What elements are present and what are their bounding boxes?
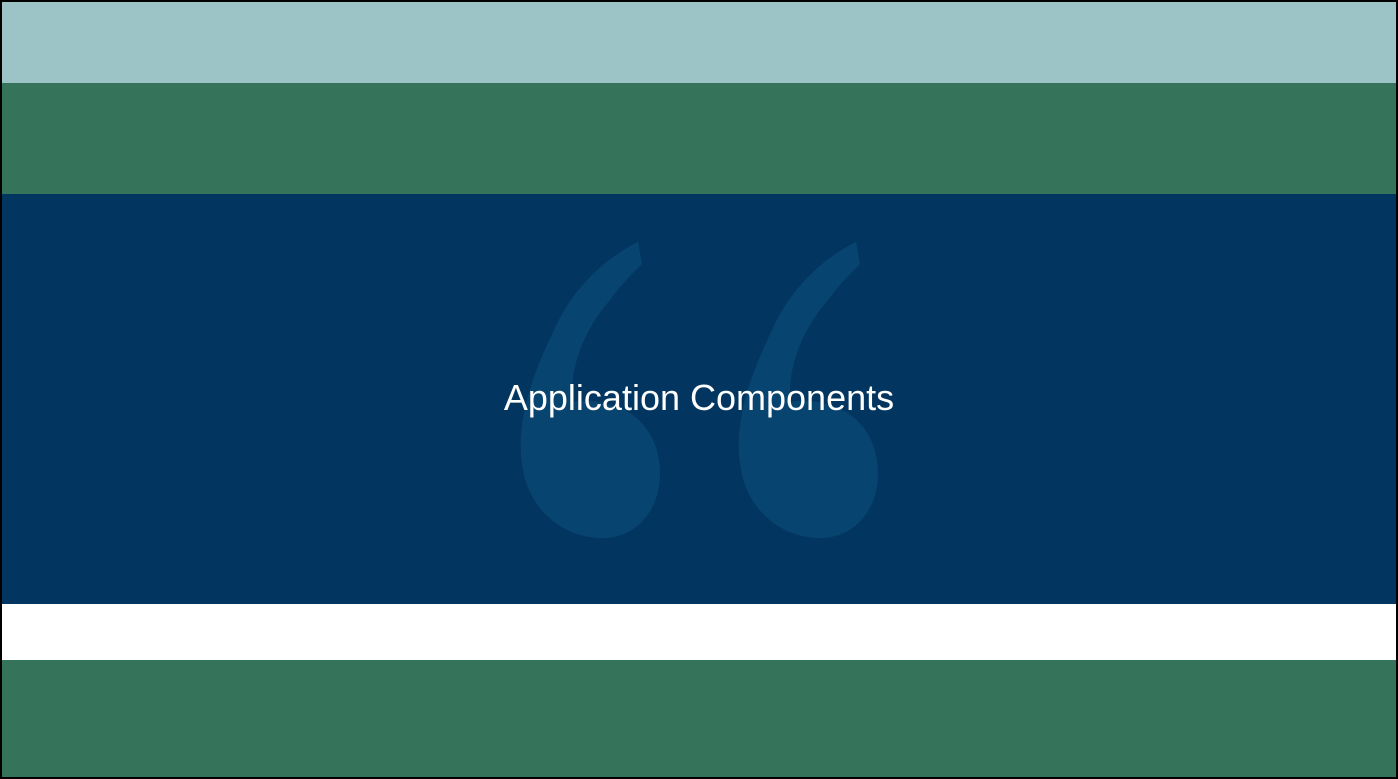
white-divider-band <box>2 604 1396 660</box>
upper-green-band <box>2 83 1396 194</box>
slide-title: Application Components <box>503 377 895 418</box>
top-accent-band <box>2 2 1396 83</box>
slide: Application Components <box>0 0 1398 779</box>
lower-green-band <box>2 660 1396 777</box>
title-band: Application Components <box>2 194 1396 604</box>
